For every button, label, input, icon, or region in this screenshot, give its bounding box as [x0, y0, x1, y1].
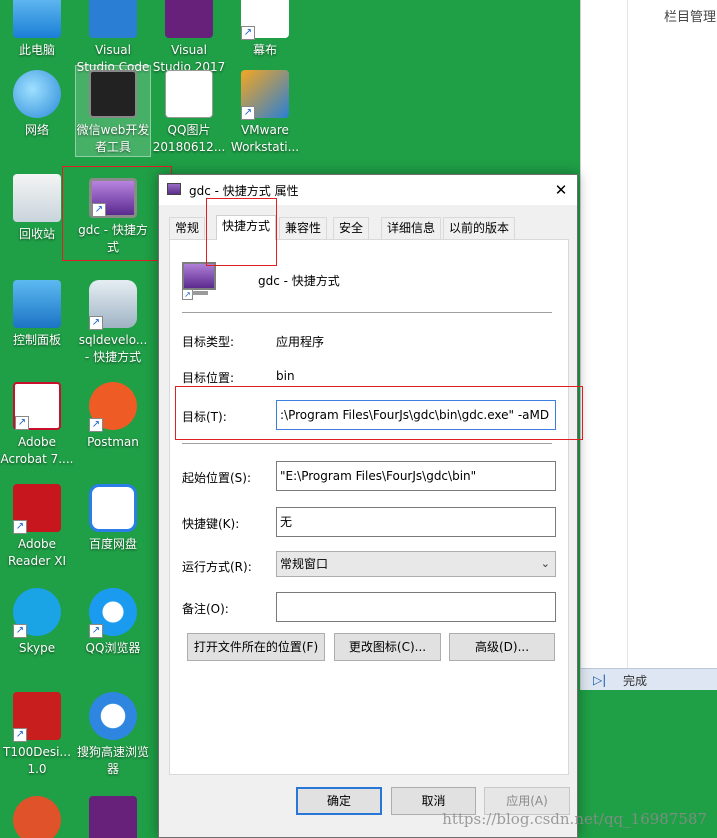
qq-browser-icon: ↗: [89, 588, 137, 638]
target-location-value: bin: [276, 369, 295, 383]
tab-shortcut[interactable]: 快捷方式: [216, 215, 277, 240]
run-label: 运行方式(R):: [182, 560, 252, 574]
target-type-value: 应用程序: [276, 335, 325, 349]
database-icon: ↗: [89, 280, 137, 330]
status-text: 完成: [623, 674, 648, 688]
network-icon: [13, 70, 61, 118]
desktop-icon-network[interactable]: 网络: [0, 70, 74, 139]
background-window: 栏目管理 ▷| 完成: [580, 0, 717, 690]
desktop-icon-mubu[interactable]: ↗ 幕布: [228, 0, 302, 59]
start-in-field[interactable]: "E:\Program Files\FourJs\gdc\bin": [276, 461, 556, 491]
desktop-icon-qq-browser[interactable]: ↗ QQ浏览器: [76, 588, 150, 657]
highlight-target-row: [175, 386, 583, 440]
shortcut-panel: ↗ gdc - 快捷方式 目标类型: 应用程序 目标位置: bin 目标(T):…: [169, 239, 569, 775]
run-select[interactable]: 常规窗口 ⌄: [276, 551, 556, 577]
desktop-icon-vmware[interactable]: ↗ VMware Workstati...: [228, 70, 302, 156]
open-file-location-button[interactable]: 打开文件所在的位置(F): [187, 633, 325, 661]
shortcut-arrow-icon: ↗: [15, 416, 29, 430]
desktop-icon-acrobat[interactable]: ↗ Adobe Acrobat 7....: [0, 382, 74, 468]
tab-previous-versions[interactable]: 以前的版本: [443, 217, 516, 239]
close-button[interactable]: ✕: [545, 175, 577, 205]
chevron-down-icon: ⌄: [540, 557, 550, 570]
desktop-icon-vs-partial[interactable]: [76, 796, 150, 838]
monitor-icon: [167, 183, 181, 195]
desktop-icon-sogou-browser[interactable]: 搜狗高速浏览 器: [76, 692, 150, 778]
vscode-icon: [89, 0, 137, 38]
shortcut-key-field[interactable]: 无: [276, 507, 556, 537]
dialog-title: gdc - 快捷方式 属性: [189, 184, 299, 198]
shortcut-arrow-icon: ↗: [13, 520, 27, 534]
desktop-icon-partial[interactable]: [0, 796, 74, 838]
advanced-button[interactable]: 高级(D)...: [449, 633, 555, 661]
sogou-browser-icon: [89, 692, 137, 740]
vmware-icon: ↗: [241, 70, 289, 120]
shortcut-arrow-icon: ↗: [241, 26, 255, 40]
shortcut-key-label: 快捷键(K):: [182, 517, 240, 531]
desktop-icon-vscode[interactable]: Visual Studio Code: [76, 0, 150, 76]
control-panel-icon: [13, 280, 61, 328]
desktop-icon-vs2017[interactable]: Visual Studio 2017: [152, 0, 226, 76]
comment-field[interactable]: [276, 592, 556, 622]
tab-bar: 常规 快捷方式 兼容性 安全 详细信息 以前的版本: [169, 215, 569, 240]
desktop-icon-postman[interactable]: ↗ Postman: [76, 382, 150, 451]
expand-icon[interactable]: ▷|: [593, 673, 606, 687]
recycle-bin-icon: [13, 174, 61, 222]
desktop-icon-sqldeveloper[interactable]: ↗ sqldevelo... - 快捷方式: [76, 280, 150, 366]
divider: [182, 443, 552, 444]
desktop-icon-t100[interactable]: ↗ T100Desi... 1.0: [0, 692, 74, 778]
shortcut-arrow-icon: ↗: [89, 418, 103, 432]
highlight-gdc-icon: [62, 166, 172, 261]
image-file-icon: [165, 70, 213, 118]
shortcut-arrow-icon: ↗: [89, 624, 103, 638]
wechat-devtools-icon: [89, 70, 137, 118]
properties-dialog: gdc - 快捷方式 属性 ✕ 常规 快捷方式 兼容性 安全 详细信息 以前的版…: [158, 174, 578, 838]
tab-details[interactable]: 详细信息: [381, 217, 442, 239]
desktop-icon-wechat-devtools[interactable]: 微信web开发 者工具: [75, 65, 151, 157]
tab-general[interactable]: 常规: [169, 217, 206, 239]
visual-studio-icon: [89, 796, 137, 838]
desktop-icon-this-pc[interactable]: 此电脑: [0, 0, 74, 59]
desktop-icon-adobe-reader[interactable]: ↗ Adobe Reader XI: [0, 484, 74, 570]
acrobat-icon: ↗: [13, 382, 61, 430]
mubu-icon: ↗: [241, 0, 289, 40]
visual-studio-icon: [165, 0, 213, 38]
monitor-icon: ↗: [182, 262, 216, 300]
target-type-label: 目标类型:: [182, 335, 235, 349]
shortcut-arrow-icon: ↗: [13, 728, 27, 742]
change-icon-button[interactable]: 更改图标(C)...: [334, 633, 441, 661]
tab-compatibility[interactable]: 兼容性: [279, 217, 328, 239]
shortcut-arrow-icon: ↗: [241, 106, 255, 120]
start-in-label: 起始位置(S):: [182, 471, 252, 485]
column-management-label[interactable]: 栏目管理: [664, 6, 716, 25]
desktop-icon-qq-image[interactable]: QQ图片 20180612...: [152, 70, 226, 156]
shortcut-arrow-icon: ↗: [182, 289, 193, 300]
computer-icon: [13, 0, 61, 38]
divider: [182, 312, 552, 313]
baidu-netdisk-icon: [89, 484, 137, 532]
tab-security[interactable]: 安全: [333, 217, 370, 239]
desktop-icon-control-panel[interactable]: 控制面板: [0, 280, 74, 349]
app-icon: [13, 796, 61, 838]
desktop-icon-skype[interactable]: ↗ Skype: [0, 588, 74, 657]
watermark: https://blog.csdn.net/qq_16987587: [442, 810, 707, 828]
shortcut-name: gdc - 快捷方式: [258, 274, 340, 288]
adobe-reader-icon: ↗: [13, 484, 61, 534]
postman-icon: ↗: [89, 382, 137, 432]
shortcut-arrow-icon: ↗: [89, 316, 103, 330]
shortcut-arrow-icon: ↗: [13, 624, 27, 638]
target-location-label: 目标位置:: [182, 371, 235, 385]
skype-icon: ↗: [13, 588, 61, 638]
run-select-value: 常规窗口: [280, 557, 329, 571]
ok-button[interactable]: 确定: [296, 787, 382, 815]
t100-icon: ↗: [13, 692, 61, 742]
desktop-icon-baidu-netdisk[interactable]: 百度网盘: [76, 484, 150, 553]
status-bar: ▷| 完成: [581, 668, 717, 690]
comment-label: 备注(O):: [182, 602, 229, 616]
background-window-content: 栏目管理: [627, 0, 717, 668]
